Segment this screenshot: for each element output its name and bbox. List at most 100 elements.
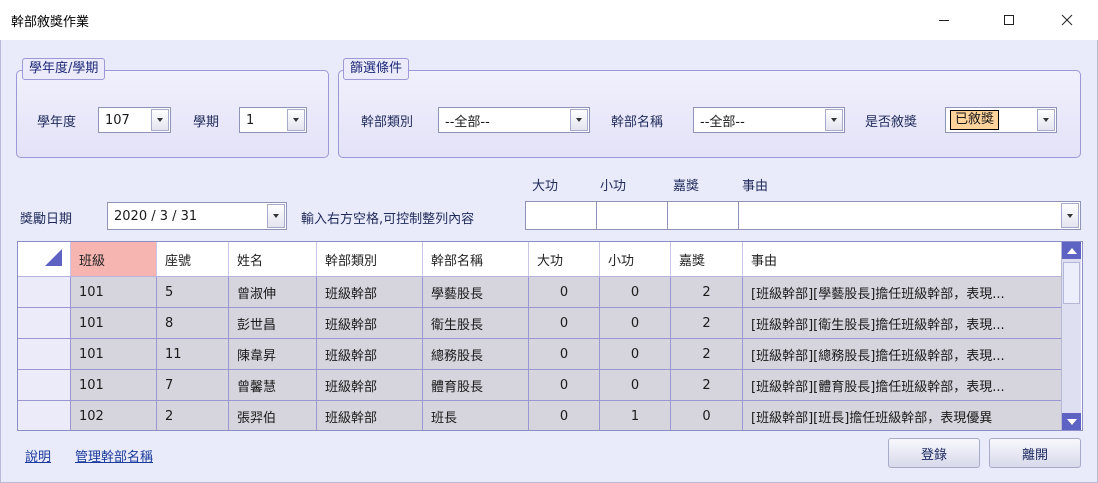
cell-seat[interactable]: 8: [156, 307, 229, 339]
cell-commendation[interactable]: 2: [670, 338, 743, 370]
cell-minor-merit[interactable]: 0: [599, 307, 671, 339]
cell-class[interactable]: 101: [70, 276, 157, 308]
col-header-reason[interactable]: 事由: [742, 242, 1063, 277]
chevron-down-icon[interactable]: [570, 109, 588, 131]
bulk-commendation-input[interactable]: [667, 201, 739, 230]
row-header[interactable]: [18, 400, 71, 430]
cell-reason[interactable]: [班級幹部][學藝股長]擔任班級幹部，表現...: [742, 276, 1063, 308]
col-header-cadre-type[interactable]: 幹部類別: [316, 242, 423, 277]
award-date-label: 獎勵日期: [20, 212, 73, 227]
cell-cadre-type[interactable]: 班級幹部: [316, 400, 423, 430]
cell-reason[interactable]: [班級幹部][班長]擔任班級幹部，表現優異: [742, 400, 1063, 430]
award-date-picker[interactable]: 2020 / 3 / 31: [107, 202, 287, 230]
table-row[interactable]: 101 7 曾馨慧 班級幹部 體育股長 0 0 2 [班級幹部][體育股長]擔任…: [18, 369, 1063, 401]
cell-seat[interactable]: 2: [156, 400, 229, 430]
col-header-cadre-name[interactable]: 幹部名稱: [422, 242, 529, 277]
chevron-down-icon[interactable]: [287, 109, 305, 131]
cell-seat[interactable]: 7: [156, 369, 229, 401]
cell-merit[interactable]: 0: [528, 307, 600, 339]
year-select[interactable]: 107: [98, 107, 171, 133]
cell-name[interactable]: 張羿伯: [228, 400, 317, 430]
awarded-select[interactable]: 已敘獎: [945, 107, 1057, 133]
cell-merit[interactable]: 0: [528, 369, 600, 401]
cell-commendation[interactable]: 2: [670, 369, 743, 401]
cell-cadre-name[interactable]: 班長: [422, 400, 529, 430]
leave-button[interactable]: 離開: [989, 438, 1081, 468]
bulk-merit-input[interactable]: [525, 201, 597, 230]
scroll-up-icon: [1066, 247, 1077, 254]
cell-cadre-type[interactable]: 班級幹部: [316, 276, 423, 308]
scroll-thumb[interactable]: [1063, 262, 1080, 304]
cell-name[interactable]: 曾馨慧: [228, 369, 317, 401]
minimize-button[interactable]: [921, 0, 967, 40]
row-header[interactable]: [18, 369, 71, 401]
cell-merit[interactable]: 0: [528, 276, 600, 308]
table-row[interactable]: 101 11 陳韋昇 班級幹部 總務股長 0 0 2 [班級幹部][總務股長]擔…: [18, 338, 1063, 370]
cadre-type-select[interactable]: --全部--: [438, 107, 590, 133]
scroll-up-button[interactable]: [1062, 242, 1081, 259]
cell-reason[interactable]: [班級幹部][總務股長]擔任班級幹部，表現...: [742, 338, 1063, 370]
maximize-button[interactable]: [986, 0, 1032, 40]
cell-cadre-type[interactable]: 班級幹部: [316, 338, 423, 370]
cell-minor-merit[interactable]: 1: [599, 400, 671, 430]
cell-commendation[interactable]: 2: [670, 307, 743, 339]
cell-class[interactable]: 101: [70, 307, 157, 339]
cell-merit[interactable]: 0: [528, 400, 600, 430]
cell-cadre-type[interactable]: 班級幹部: [316, 307, 423, 339]
cell-name[interactable]: 彭世昌: [228, 307, 317, 339]
cell-name[interactable]: 曾淑伸: [228, 276, 317, 308]
chevron-down-icon[interactable]: [151, 109, 169, 131]
cadre-type-value: --全部--: [445, 114, 490, 130]
col-header-commendation[interactable]: 嘉獎: [670, 242, 743, 277]
title-bar: 幹部敘獎作業: [0, 0, 1098, 40]
cell-name[interactable]: 陳韋昇: [228, 338, 317, 370]
cell-minor-merit[interactable]: 0: [599, 338, 671, 370]
cell-minor-merit[interactable]: 0: [599, 276, 671, 308]
col-header-class[interactable]: 班級: [70, 242, 157, 277]
manage-cadre-names-link[interactable]: 管理幹部名稱: [75, 446, 153, 465]
row-header[interactable]: [18, 338, 71, 370]
cell-commendation[interactable]: 0: [670, 400, 743, 430]
cell-reason[interactable]: [班級幹部][衛生股長]擔任班級幹部，表現...: [742, 307, 1063, 339]
table-row[interactable]: 101 5 曾淑伸 班級幹部 學藝股長 0 0 2 [班級幹部][學藝股長]擔任…: [18, 276, 1063, 308]
cell-cadre-name[interactable]: 總務股長: [422, 338, 529, 370]
chevron-down-icon[interactable]: [267, 204, 285, 228]
cell-seat[interactable]: 11: [156, 338, 229, 370]
col-header-minor-merit[interactable]: 小功: [599, 242, 671, 277]
scroll-down-button[interactable]: [1062, 413, 1081, 430]
grid-vertical-scrollbar[interactable]: [1061, 242, 1081, 430]
window-title: 幹部敘獎作業: [11, 15, 90, 30]
chevron-down-icon[interactable]: [1037, 109, 1055, 131]
register-button[interactable]: 登錄: [888, 438, 980, 468]
cell-seat[interactable]: 5: [156, 276, 229, 308]
cell-class[interactable]: 101: [70, 338, 157, 370]
cell-cadre-type[interactable]: 班級幹部: [316, 369, 423, 401]
cell-merit[interactable]: 0: [528, 338, 600, 370]
term-group-title: 學年度/學期: [22, 58, 106, 80]
table-row[interactable]: 101 8 彭世昌 班級幹部 衛生股長 0 0 2 [班級幹部][衛生股長]擔任…: [18, 307, 1063, 339]
cell-commendation[interactable]: 2: [670, 276, 743, 308]
cell-minor-merit[interactable]: 0: [599, 369, 671, 401]
awarded-value: 已敘獎: [946, 110, 1037, 130]
cell-cadre-name[interactable]: 學藝股長: [422, 276, 529, 308]
col-header-seat[interactable]: 座號: [156, 242, 229, 277]
cell-class[interactable]: 102: [70, 400, 157, 430]
cell-class[interactable]: 101: [70, 369, 157, 401]
table-row[interactable]: 102 2 張羿伯 班級幹部 班長 0 1 0 [班級幹部][班長]擔任班級幹部…: [18, 400, 1063, 430]
semester-select[interactable]: 1: [239, 107, 307, 133]
help-link[interactable]: 說明: [25, 446, 51, 465]
select-all-corner[interactable]: [18, 242, 71, 277]
col-header-merit[interactable]: 大功: [528, 242, 600, 277]
cell-cadre-name[interactable]: 衛生股長: [422, 307, 529, 339]
row-header[interactable]: [18, 307, 71, 339]
cell-reason[interactable]: [班級幹部][體育股長]擔任班級幹部，表現...: [742, 369, 1063, 401]
col-header-name[interactable]: 姓名: [228, 242, 317, 277]
row-header[interactable]: [18, 276, 71, 308]
cadre-name-select[interactable]: --全部--: [693, 107, 845, 133]
bulk-minor-merit-input[interactable]: [596, 201, 668, 230]
bulk-reason-combo[interactable]: [738, 201, 1081, 230]
chevron-down-icon[interactable]: [825, 109, 843, 131]
close-button[interactable]: [1044, 0, 1090, 40]
chevron-down-icon[interactable]: [1061, 203, 1079, 228]
cell-cadre-name[interactable]: 體育股長: [422, 369, 529, 401]
